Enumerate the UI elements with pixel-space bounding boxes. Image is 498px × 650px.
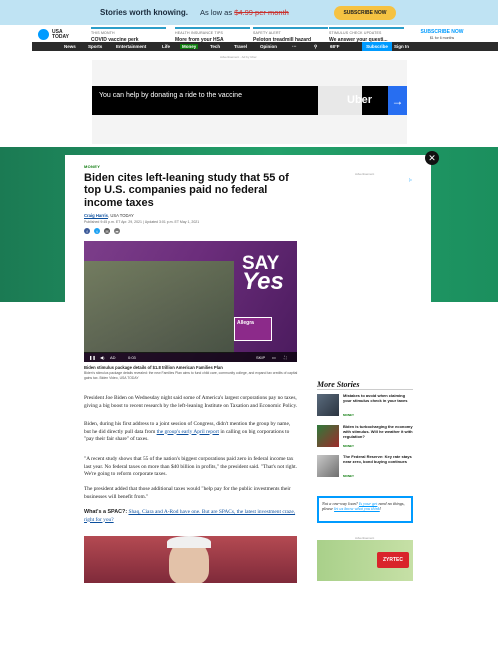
email-icon[interactable]: ✉ [104, 228, 110, 234]
promo-subscribe-button[interactable]: SUBSCRIBE NOW [334, 6, 396, 20]
top-headline-4[interactable]: STIMULUS CHECK UPDATES We answer your qu… [329, 27, 404, 43]
search-icon[interactable]: ⚲ [314, 44, 317, 50]
more-icon[interactable]: ⋯ [292, 44, 297, 50]
promo-bar: Stories worth knowing. As low as $4.99 p… [0, 0, 498, 25]
video-caption-text: Biden's stimulus package details reveale… [84, 371, 298, 380]
story-2[interactable]: Biden is turbocharging the economy with … [317, 424, 413, 449]
more-stories-title: More Stories [317, 380, 360, 389]
nav-news[interactable]: News [64, 44, 76, 49]
share-buttons: f t ✉ ➦ [84, 228, 120, 234]
author-link[interactable]: Craig Harris [84, 213, 108, 218]
dateline: Published 9:45 p.m. ET Apr. 29, 2021 | U… [84, 220, 200, 224]
nav-sports[interactable]: Sports [88, 44, 102, 49]
twitter-icon[interactable]: t [94, 228, 100, 234]
story-thumbnail [317, 394, 339, 416]
nav-money[interactable]: Money [180, 44, 199, 49]
sidebar-ad-label: Advertisement [355, 172, 375, 176]
adchoices-icon[interactable]: ▷ [409, 177, 412, 182]
story-thumbnail [317, 455, 339, 477]
volume-icon[interactable]: ◀) [100, 355, 104, 360]
fullscreen-icon[interactable]: ⛶ [284, 355, 287, 360]
nav-opinion[interactable]: Opinion [260, 44, 277, 49]
feedback-link-2[interactable]: let us know what you think [334, 506, 380, 511]
usa-today-logo[interactable]: USA TODAY [38, 29, 76, 40]
time-readout: 0:03 [128, 355, 136, 360]
article-title: Biden cites left-leaning study that 55 o… [84, 172, 289, 209]
promo-price: As low as $4.99 per month [200, 8, 289, 17]
zyrtec-logo: ZYRTEC [377, 552, 409, 568]
nav-entertainment[interactable]: Entertainment [116, 44, 146, 49]
ad-indicator: AD [110, 355, 116, 360]
story-thumbnail [317, 425, 339, 447]
ad-label-top: Advertisement · Ad by Uber [220, 55, 257, 59]
close-icon[interactable]: ✕ [425, 151, 439, 165]
video-ad-text: SAY Yes [242, 253, 284, 295]
uber-ad-copy: You can help by donating a ride to the v… [99, 92, 242, 99]
article-paragraph-1: President Joe Biden on Wednesday night s… [84, 395, 298, 409]
video-scene [84, 261, 234, 353]
main-nav: News Sports Entertainment Life Money Tec… [32, 42, 498, 51]
story-1[interactable]: Mistakes to avoid when claiming your sti… [317, 393, 413, 418]
pause-icon[interactable]: ❚❚ [89, 355, 96, 360]
promo-headline: Stories worth knowing. [100, 8, 189, 17]
weather[interactable]: 68°F [330, 44, 340, 49]
story-3[interactable]: The Federal Reserve: Key rate stays near… [317, 454, 413, 479]
logo-text: USA TODAY [52, 28, 69, 40]
video-caption-title: Biden stimulus package details of $1.8 t… [84, 365, 223, 370]
article-paragraph-5: What's a SPAC?: Shaq, Ciara and A-Rod ha… [84, 509, 296, 523]
nav-travel[interactable]: Travel [234, 44, 247, 49]
page: Stories worth knowing. As low as $4.99 p… [0, 0, 498, 650]
zyrtec-ad[interactable]: ZYRTEC [317, 540, 413, 581]
photo-hair [167, 536, 211, 548]
feedback-promo: Not a one-way loan? Is your get need no … [317, 496, 413, 523]
byline: Craig Harris, USA TODAY [84, 213, 134, 218]
article-paragraph-4: The president added that those additiona… [84, 486, 291, 500]
share-icon[interactable]: ➦ [114, 228, 120, 234]
article-paragraph-2: Biden, during his first address to a joi… [84, 421, 291, 443]
captions-icon[interactable]: ▭ [272, 355, 276, 360]
top-headline-1[interactable]: THIS MONTH COVID vaccine perk [91, 27, 166, 43]
facebook-icon[interactable]: f [84, 228, 90, 234]
header-subscribe-link[interactable]: SUBSCRIBE NOW $1 for 6 months [418, 29, 466, 40]
report-link[interactable]: the group's early April report [157, 429, 219, 435]
video-player[interactable]: SAY Yes Allegra ❚❚ ◀) AD 0:03 SKIP ▭ ⛶ [84, 241, 297, 362]
top-headline-2[interactable]: HEALTH INSURANCE TIPS More from your HSA [175, 27, 250, 43]
logo-dot-icon [38, 29, 49, 40]
top-headline-3[interactable]: SAFETY ALERT Peloton treadmill hazard [253, 27, 328, 43]
nav-tech[interactable]: Tech [210, 44, 220, 49]
article-photo [84, 536, 297, 583]
video-ad-brand: Allegra [234, 317, 272, 341]
article-paragraph-3: "A recent study shows that 55 of the nat… [84, 456, 298, 478]
uber-logo: Uber [347, 94, 373, 106]
skip-button[interactable]: SKIP [256, 355, 265, 360]
nav-subscribe-button[interactable]: Subscribe [362, 42, 392, 51]
arrow-right-icon[interactable]: → [388, 86, 407, 115]
nav-sign-in[interactable]: Sign In [394, 44, 409, 49]
uber-ad[interactable]: You can help by donating a ride to the v… [92, 86, 407, 115]
more-stories-divider [317, 389, 413, 390]
article-section[interactable]: MONEY [84, 164, 100, 169]
video-controls: ❚❚ ◀) AD 0:03 SKIP ▭ ⛶ [84, 352, 297, 362]
nav-life[interactable]: Life [162, 44, 170, 49]
